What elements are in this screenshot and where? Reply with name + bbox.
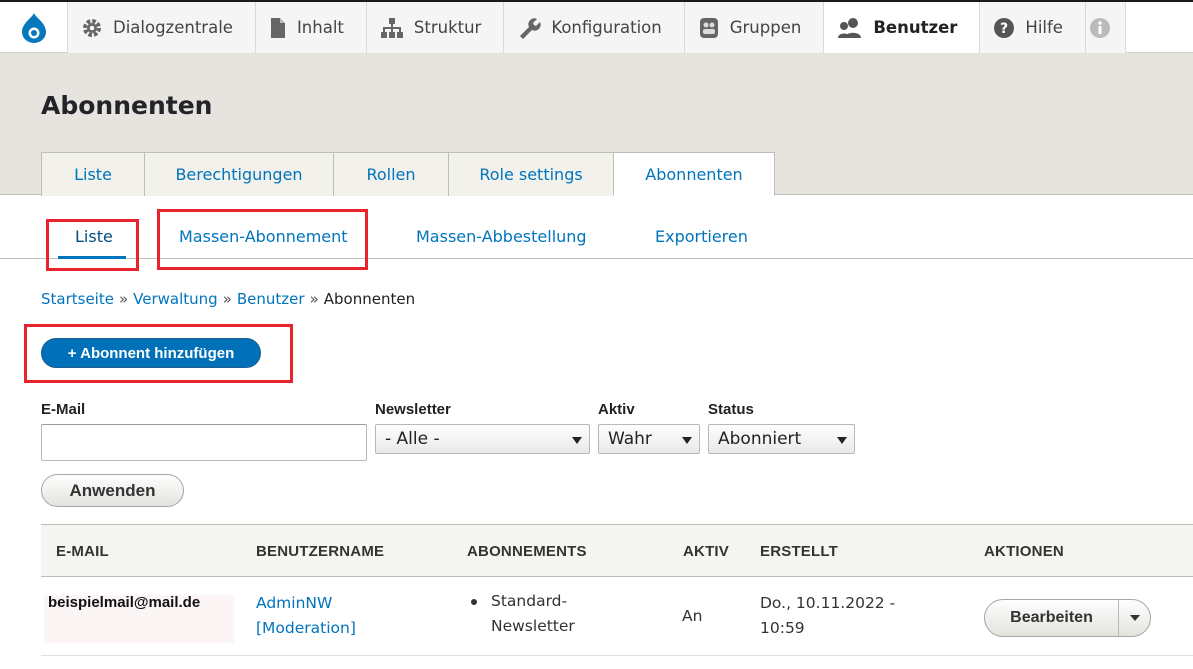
subscription-line: Newsletter xyxy=(491,617,575,635)
breadcrumb-separator: » xyxy=(118,290,129,308)
toolbar-item-konfiguration[interactable]: Konfiguration xyxy=(504,2,685,53)
highlight-box-liste xyxy=(46,219,139,271)
toolbar-item-dialogzentrale[interactable]: Dialogzentrale xyxy=(68,2,256,53)
primary-tabs: Liste Berechtigungen Rollen Role setting… xyxy=(41,152,775,196)
edit-button[interactable]: Bearbeiten xyxy=(985,600,1119,636)
toolbar-label: Gruppen xyxy=(729,18,802,37)
toolbar-label: Inhalt xyxy=(296,18,344,37)
row-actions: Bearbeiten xyxy=(984,599,1151,637)
username-line: [Moderation] xyxy=(256,619,356,637)
toolbar-label: Dialogzentrale xyxy=(113,18,233,37)
breadcrumb-link-startseite[interactable]: Startseite xyxy=(41,290,114,308)
toolbar-label: Hilfe xyxy=(1025,18,1063,37)
table-row: beispielmail@mail.de AdminNW [Moderation… xyxy=(41,577,1193,656)
tab-abonnenten[interactable]: Abonnenten xyxy=(613,152,775,196)
add-subscriber-button[interactable]: + Abonnent hinzufügen xyxy=(41,338,261,368)
toolbar-item-hilfe[interactable]: ? Hilfe xyxy=(980,2,1086,53)
aktiv-filter-label: Aktiv xyxy=(598,401,635,418)
breadcrumb-separator: » xyxy=(222,290,232,308)
chevron-down-icon xyxy=(837,437,847,444)
created-line: Do., 10.11.2022 - xyxy=(760,594,896,612)
chevron-down-icon xyxy=(682,437,692,444)
breadcrumb-link-benutzer[interactable]: Benutzer xyxy=(237,290,305,308)
toolbar-item-benutzer[interactable]: Benutzer xyxy=(824,2,981,53)
aktiv-select[interactable]: Wahr xyxy=(598,424,700,454)
page-header: Abonnenten Liste Berechtigungen Rollen R… xyxy=(0,53,1193,196)
column-header-username[interactable]: BENUTZERNAME xyxy=(256,543,384,560)
email-filter-input[interactable] xyxy=(41,424,367,461)
column-header-subscriptions[interactable]: ABONNEMENTS xyxy=(467,543,587,560)
created-line: 10:59 xyxy=(760,619,805,637)
row-subscriptions: Standard- Newsletter xyxy=(471,589,575,639)
subscription-line: Standard- xyxy=(491,592,568,610)
people-icon xyxy=(838,17,862,38)
row-email: beispielmail@mail.de xyxy=(48,594,201,611)
help-icon: ? xyxy=(994,17,1015,38)
column-header-email[interactable]: E-MAIL xyxy=(56,543,109,560)
drupal-logo-icon[interactable] xyxy=(0,2,68,53)
toolbar-item-struktur[interactable]: Struktur xyxy=(366,2,505,53)
info-icon xyxy=(1090,17,1111,38)
toolbar-item-gruppen[interactable]: Gruppen xyxy=(684,2,825,53)
newsletter-select[interactable]: - Alle - xyxy=(375,424,590,454)
actions-dropdown-toggle[interactable] xyxy=(1119,600,1150,636)
email-filter-label: E-Mail xyxy=(41,401,86,418)
page-title: Abonnenten xyxy=(41,91,213,120)
file-icon xyxy=(270,17,285,38)
subtab-exportieren[interactable]: Exportieren xyxy=(655,227,748,246)
newsletter-select-value: - Alle - xyxy=(385,429,440,449)
toolbar-item-inhalt[interactable]: Inhalt xyxy=(255,2,367,53)
admin-toolbar: Dialogzentrale Inhalt Struktur Konfigura… xyxy=(0,0,1193,53)
gear-icon xyxy=(83,18,101,37)
highlight-box-massen-abonnement xyxy=(157,209,368,270)
column-header-actions: AKTIONEN xyxy=(984,543,1064,560)
column-header-created[interactable]: ERSTELLT xyxy=(760,543,838,560)
table-header: E-MAIL BENUTZERNAME ABONNEMENTS AKTIV ER… xyxy=(41,524,1193,577)
status-select-value: Abonniert xyxy=(718,429,802,449)
toolbar-label: Konfiguration xyxy=(551,18,662,37)
username-line: AdminNW xyxy=(256,594,333,612)
aktiv-select-value: Wahr xyxy=(608,429,652,449)
svg-text:?: ? xyxy=(1000,21,1008,37)
tab-rollen[interactable]: Rollen xyxy=(333,152,449,196)
chevron-down-icon xyxy=(1129,615,1140,621)
wrench-icon xyxy=(520,17,541,39)
toolbar-label: Benutzer xyxy=(873,18,958,37)
breadcrumb: Startseite» Verwaltung» Benutzer» Abonnente… xyxy=(41,290,415,308)
chevron-down-icon xyxy=(572,437,582,444)
tab-liste[interactable]: Liste xyxy=(41,152,145,196)
bullet-icon xyxy=(471,599,477,605)
breadcrumb-separator: » xyxy=(309,290,319,308)
tab-role-settings[interactable]: Role settings xyxy=(448,152,614,196)
row-created: Do., 10.11.2022 - 10:59 xyxy=(760,591,895,641)
breadcrumb-link-verwaltung[interactable]: Verwaltung xyxy=(133,290,218,308)
status-filter-label: Status xyxy=(708,401,754,418)
tab-berechtigungen[interactable]: Berechtigungen xyxy=(144,152,334,196)
toolbar-info-button[interactable] xyxy=(1085,2,1126,53)
breadcrumb-current: Abonnenten xyxy=(323,290,416,308)
apply-filter-button[interactable]: Anwenden xyxy=(41,474,184,507)
column-header-aktiv[interactable]: AKTIV xyxy=(683,543,729,560)
row-aktiv: An xyxy=(682,607,703,625)
subtab-massen-abbestellung[interactable]: Massen-Abbestellung xyxy=(416,227,587,246)
toolbar-label: Struktur xyxy=(413,18,482,37)
row-username-link[interactable]: AdminNW [Moderation] xyxy=(256,591,356,641)
status-select[interactable]: Abonniert xyxy=(708,424,855,454)
newsletter-filter-label: Newsletter xyxy=(375,401,451,418)
sitemap-icon xyxy=(380,17,403,38)
groups-icon xyxy=(699,17,718,38)
